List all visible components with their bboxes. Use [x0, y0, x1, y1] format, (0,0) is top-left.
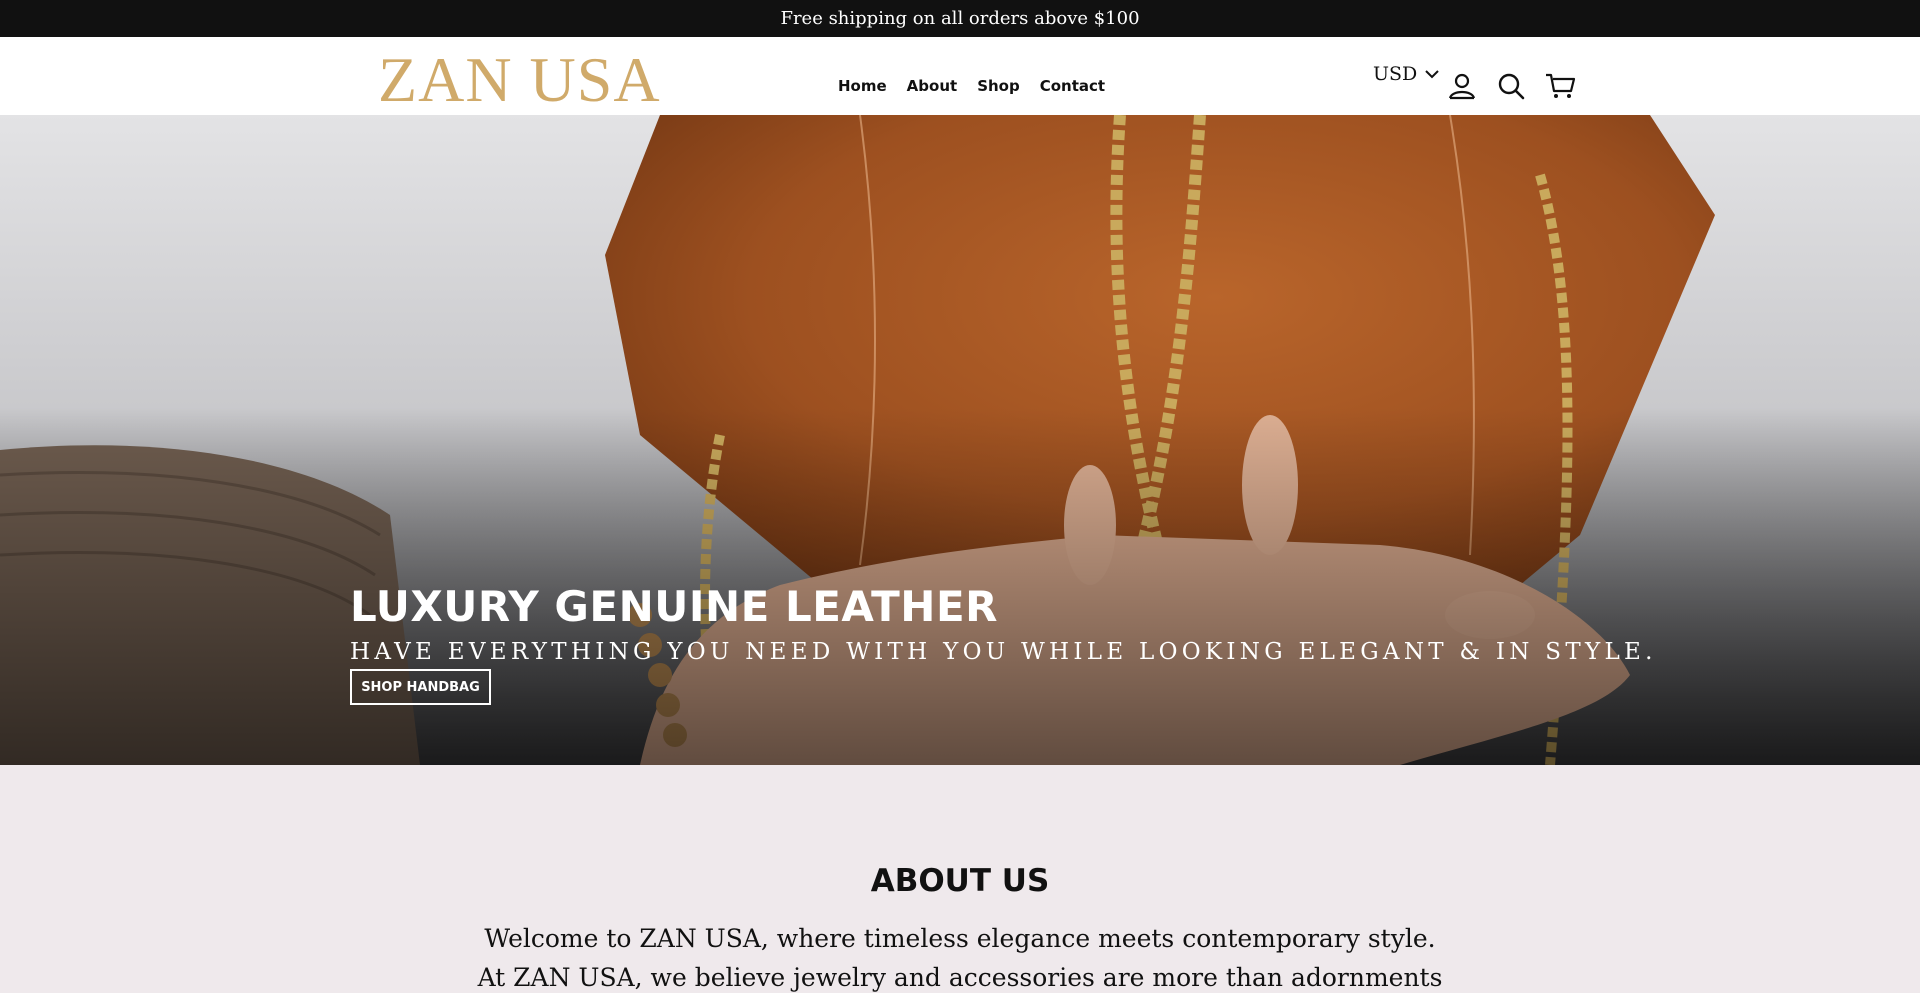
- about-text-line-2: At ZAN USA, we believe jewelry and acces…: [477, 963, 1443, 992]
- site-header: ZAN USA Home About Shop Contact USD: [0, 37, 1920, 115]
- nav-about[interactable]: About: [907, 77, 958, 95]
- about-section: ABOUT US Welcome to ZAN USA, where timel…: [0, 765, 1920, 993]
- currency-value: USD: [1373, 63, 1418, 85]
- hero-image: [0, 115, 1920, 765]
- chevron-down-icon: [1425, 70, 1439, 79]
- announcement-bar: Free shipping on all orders above $100: [0, 0, 1920, 37]
- nav-shop[interactable]: Shop: [977, 77, 1020, 95]
- nav-contact[interactable]: Contact: [1040, 77, 1105, 95]
- hero-banner: LUXURY GENUINE LEATHER HAVE EVERYTHING Y…: [0, 115, 1920, 765]
- shop-handbag-button[interactable]: SHOP HANDBAG: [350, 669, 491, 705]
- nav-home[interactable]: Home: [838, 77, 887, 95]
- about-text-line-1: Welcome to ZAN USA, where timeless elega…: [484, 924, 1436, 953]
- announcement-text: Free shipping on all orders above $100: [780, 8, 1140, 29]
- logo-text: ZAN USA: [378, 45, 661, 109]
- user-icon[interactable]: [1447, 71, 1477, 101]
- logo[interactable]: ZAN USA: [378, 44, 678, 119]
- about-heading: ABOUT US: [870, 863, 1050, 899]
- currency-selector[interactable]: USD: [1373, 63, 1439, 85]
- cart-icon[interactable]: [1545, 71, 1576, 101]
- main-nav: Home About Shop Contact: [838, 77, 1105, 95]
- search-icon[interactable]: [1496, 71, 1526, 101]
- hero-title: LUXURY GENUINE LEATHER: [350, 582, 998, 631]
- hero-subtitle: HAVE EVERYTHING YOU NEED WITH YOU WHILE …: [350, 639, 1657, 665]
